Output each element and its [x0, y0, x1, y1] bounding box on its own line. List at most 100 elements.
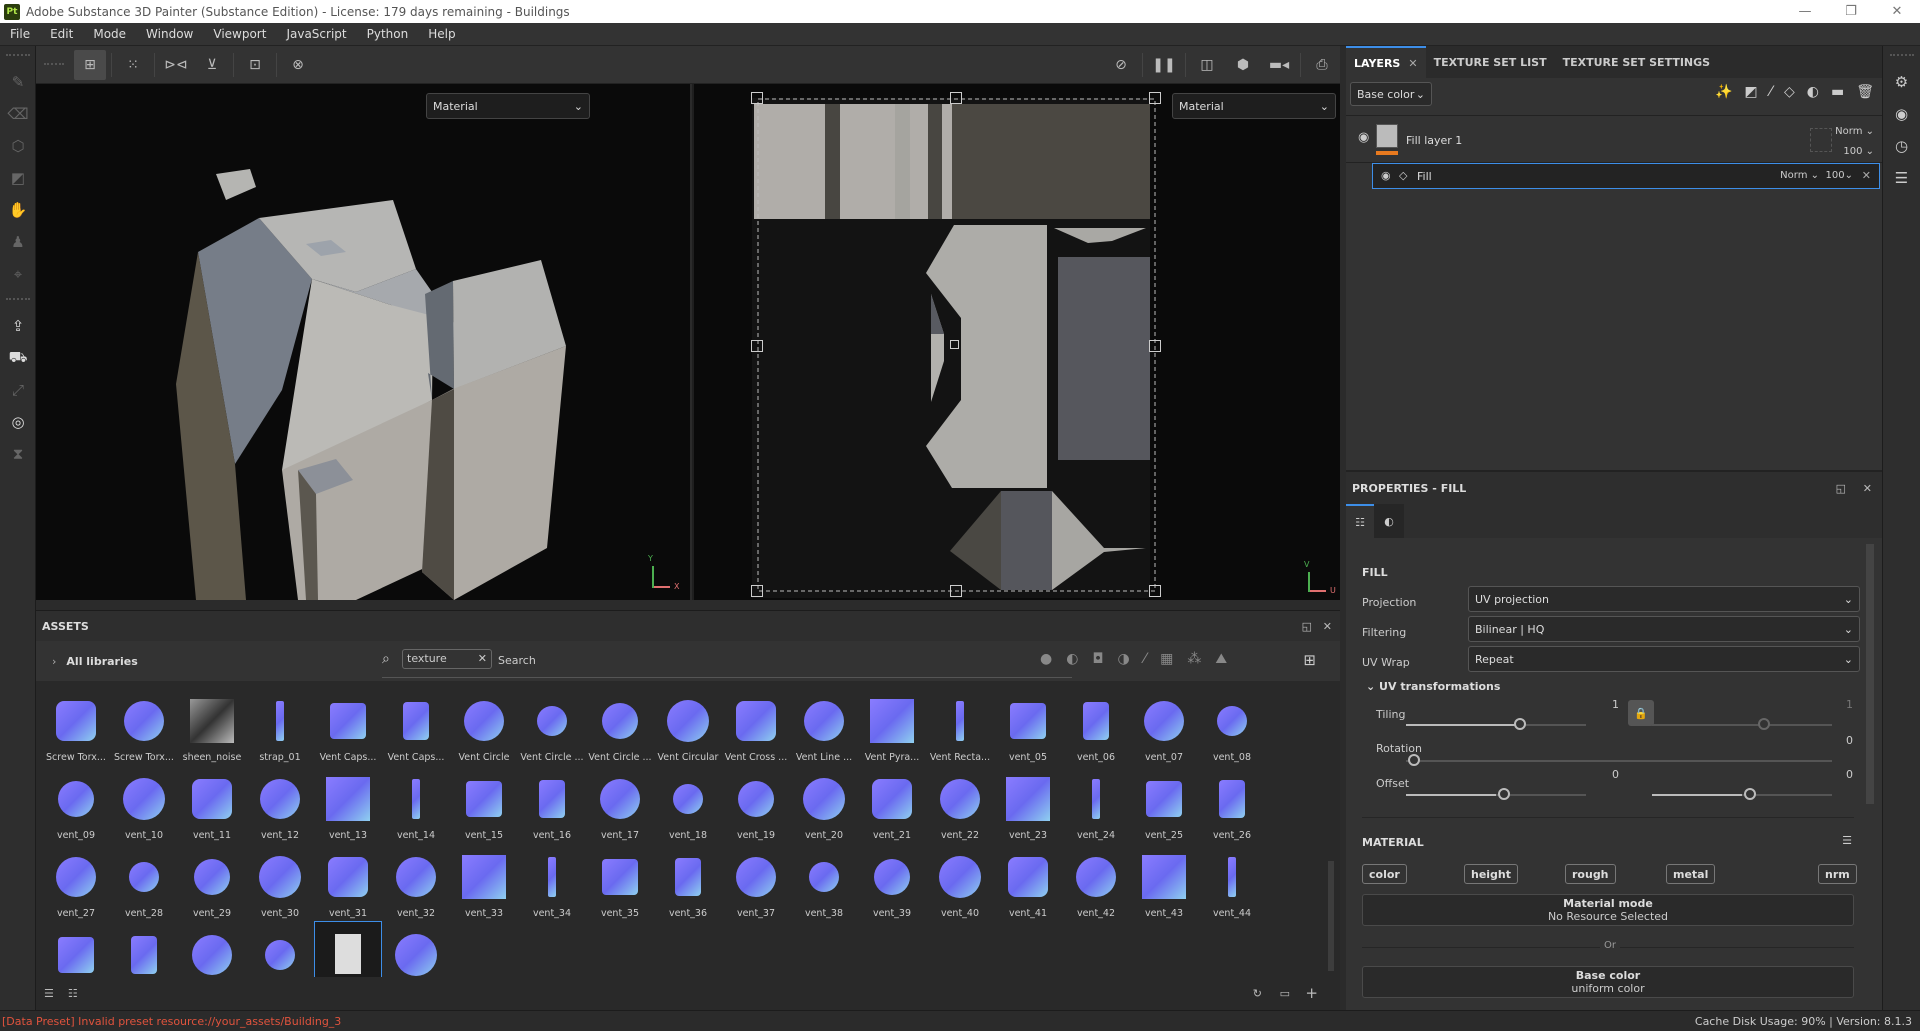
- shader-settings-icon[interactable]: ◉: [1883, 98, 1920, 130]
- asset-item[interactable]: vent_48: [246, 921, 314, 977]
- tiling-u-knob[interactable]: [1514, 718, 1526, 730]
- tiling-v-slider[interactable]: [1652, 724, 1832, 726]
- assets-scrollbar[interactable]: [1328, 861, 1334, 971]
- effect-opacity-dropdown[interactable]: 100⌄: [1826, 170, 1853, 181]
- asset-item[interactable]: vent_38: [790, 843, 858, 921]
- export-icon[interactable]: ⇪: [0, 310, 36, 342]
- layer-name[interactable]: Fill layer 1: [1406, 134, 1462, 147]
- asset-item[interactable]: Vent Line ...: [790, 687, 858, 765]
- menu-mode[interactable]: Mode: [83, 27, 136, 41]
- menu-help[interactable]: Help: [418, 27, 465, 41]
- color-picker-icon[interactable]: ⌖: [0, 258, 36, 290]
- camera-icon[interactable]: ▬◂: [1263, 50, 1295, 80]
- asset-item[interactable]: Window: [314, 921, 382, 977]
- rotation-value[interactable]: 0: [1846, 734, 1853, 747]
- asset-item[interactable]: vent_13: [314, 765, 382, 843]
- filter-brushes-icon[interactable]: ⁄: [1144, 651, 1146, 667]
- asset-item[interactable]: vent_22: [926, 765, 994, 843]
- asset-item[interactable]: vent_18: [654, 765, 722, 843]
- screenshot-icon[interactable]: ⎙: [1306, 50, 1338, 80]
- resize-icon[interactable]: ⤢: [0, 374, 36, 406]
- tiling-u-value[interactable]: 1: [1612, 698, 1619, 711]
- add-fill-layer-icon[interactable]: ◇: [1784, 84, 1795, 100]
- asset-item[interactable]: vent_15: [450, 765, 518, 843]
- drag-handle[interactable]: [44, 62, 64, 67]
- asset-item[interactable]: vent_14: [382, 765, 450, 843]
- asset-item[interactable]: vent_21: [858, 765, 926, 843]
- asset-item[interactable]: vent_44: [1198, 843, 1266, 921]
- menu-viewport[interactable]: Viewport: [203, 27, 276, 41]
- uvwrap-dropdown[interactable]: Repeat ⌄: [1468, 646, 1860, 672]
- rotation-knob[interactable]: [1408, 754, 1420, 766]
- clone-stamp-icon[interactable]: ♟: [0, 226, 36, 258]
- layer-blend-dropdown[interactable]: Norm ⌄: [1835, 126, 1874, 137]
- hourglass-icon[interactable]: ⧗: [0, 438, 36, 470]
- effect-blend-dropdown[interactable]: Norm ⌄: [1780, 170, 1819, 181]
- filter-smart-materials-icon[interactable]: ◐: [1066, 651, 1078, 667]
- asset-item[interactable]: vent_23: [994, 765, 1062, 843]
- smudge-icon[interactable]: ✋: [0, 194, 36, 226]
- asset-item[interactable]: Vent Pyra...: [858, 687, 926, 765]
- asset-item[interactable]: vent_29: [178, 843, 246, 921]
- iray-icon[interactable]: ◎: [0, 406, 36, 438]
- asset-item[interactable]: vent_19: [722, 765, 790, 843]
- asset-item[interactable]: Vent Circle ...: [518, 687, 586, 765]
- menu-edit[interactable]: Edit: [40, 27, 83, 41]
- asset-item[interactable]: vent_33: [450, 843, 518, 921]
- asset-item[interactable]: strap_01: [246, 687, 314, 765]
- asset-item[interactable]: sheen_noise: [178, 687, 246, 765]
- asset-item[interactable]: vent_43: [1130, 843, 1198, 921]
- base-color-slot[interactable]: Base color uniform color: [1362, 966, 1854, 998]
- menu-javascript[interactable]: JavaScript: [276, 27, 356, 41]
- offset-v-knob[interactable]: [1744, 788, 1756, 800]
- paint-brush-icon[interactable]: ✎: [0, 66, 36, 98]
- asset-item[interactable]: vent_09: [42, 765, 110, 843]
- add-smart-material-icon[interactable]: ◐: [1807, 84, 1819, 100]
- tiling-v-value[interactable]: 1: [1846, 698, 1853, 711]
- menu-python[interactable]: Python: [357, 27, 419, 41]
- tab-layers[interactable]: LAYERS ✕: [1346, 46, 1426, 78]
- close-icon[interactable]: ✕: [1408, 57, 1417, 70]
- add-mask-icon[interactable]: ◩: [1744, 84, 1757, 100]
- restore-button[interactable]: ❐: [1828, 0, 1874, 23]
- drag-handle[interactable]: [5, 54, 30, 58]
- eraser-icon[interactable]: ⌫: [0, 98, 36, 130]
- asset-item[interactable]: vent_05: [994, 687, 1062, 765]
- lock-icon[interactable]: 🔒: [1628, 700, 1654, 726]
- library-selector[interactable]: All libraries: [66, 655, 137, 668]
- rotation-slider[interactable]: [1406, 760, 1832, 762]
- viewport-2d-mode-dropdown[interactable]: Material ⌄: [1172, 93, 1336, 119]
- search-input[interactable]: texture ✕: [402, 649, 492, 669]
- material-mode-slot[interactable]: Material mode No Resource Selected: [1362, 894, 1854, 926]
- asset-item[interactable]: vent_16: [518, 765, 586, 843]
- layer-opacity-dropdown[interactable]: 100 ⌄: [1843, 146, 1874, 157]
- channel-height-toggle[interactable]: height: [1464, 864, 1519, 884]
- chevron-right-icon[interactable]: ›: [52, 655, 56, 668]
- asset-item[interactable]: Vent Circle: [450, 687, 518, 765]
- asset-item[interactable]: Vent Caps...: [382, 687, 450, 765]
- tab-texture-set-settings[interactable]: TEXTURE SET SETTINGS: [1555, 46, 1718, 78]
- asset-item[interactable]: vent_08: [1198, 687, 1266, 765]
- asset-item[interactable]: Vent Circle ...: [586, 687, 654, 765]
- asset-item[interactable]: Vent Caps...: [314, 687, 382, 765]
- asset-item[interactable]: Screw Torx...: [42, 687, 110, 765]
- asset-item[interactable]: vent_35: [586, 843, 654, 921]
- tab-texture-set-list[interactable]: TEXTURE SET LIST: [1426, 46, 1555, 78]
- channel-nrm-toggle[interactable]: nrm: [1818, 864, 1857, 884]
- asset-item[interactable]: vent_46: [110, 921, 178, 977]
- tiling-v-knob[interactable]: [1758, 718, 1770, 730]
- menu-file[interactable]: File: [0, 27, 40, 41]
- close-icon[interactable]: ✕: [1323, 620, 1332, 633]
- close-button[interactable]: ✕: [1874, 0, 1920, 23]
- asset-item[interactable]: vent_27: [42, 843, 110, 921]
- display-cube-icon[interactable]: ⬢: [1227, 50, 1259, 80]
- asset-item[interactable]: vent_24: [1062, 765, 1130, 843]
- bake-icon[interactable]: ⛟: [0, 342, 36, 374]
- fit-view-icon[interactable]: ⊡: [239, 50, 271, 80]
- channel-color-toggle[interactable]: color: [1362, 864, 1407, 884]
- filter-textures-icon[interactable]: ▦: [1160, 651, 1173, 667]
- asset-item[interactable]: vent_07: [1130, 687, 1198, 765]
- asset-item[interactable]: vent_42: [1062, 843, 1130, 921]
- split-view-icon[interactable]: ◫: [1191, 50, 1223, 80]
- new-folder-icon[interactable]: ▭: [1280, 987, 1290, 1000]
